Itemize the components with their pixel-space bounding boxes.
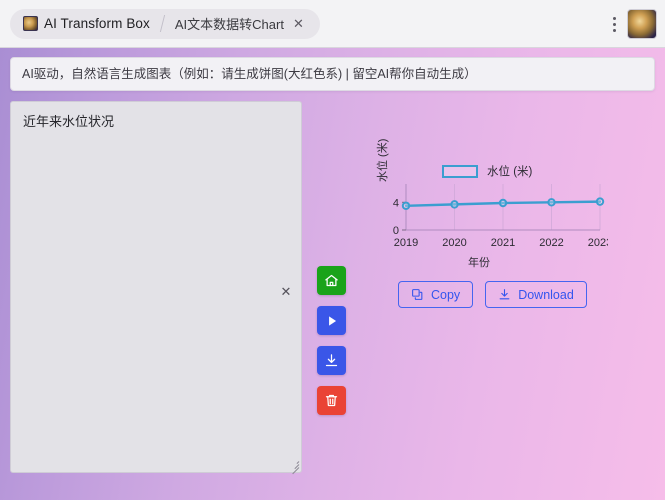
app-page: ✕ 水位 [0, 48, 665, 500]
tab-divider [159, 15, 166, 32]
download-chart-button[interactable]: Download [485, 281, 587, 308]
copy-icon [412, 289, 423, 300]
delete-button[interactable] [317, 386, 346, 415]
chart-axes [402, 184, 600, 231]
action-button-column [317, 266, 346, 415]
clear-text-icon[interactable]: ✕ [278, 283, 294, 299]
download-button[interactable] [317, 346, 346, 375]
download-icon [325, 354, 338, 367]
home-button[interactable] [317, 266, 346, 295]
copy-button[interactable]: Copy [398, 281, 474, 308]
tab-title-secondary: AI文本数据转Chart [174, 17, 284, 32]
svg-text:2021: 2021 [491, 237, 515, 249]
play-icon [328, 315, 336, 326]
treasure-box-favicon [23, 16, 38, 31]
x-axis-label: 年份 [468, 257, 490, 269]
svg-text:2019: 2019 [394, 237, 418, 249]
tab-title-primary: AI Transform Box [44, 16, 150, 31]
prompt-input[interactable] [10, 57, 655, 91]
line-chart-plot: 0 4 2019 2020 2021 2022 2023 [393, 184, 608, 249]
tab-ai-text-to-chart[interactable]: AI文本数据转Chart ✕ [166, 10, 316, 38]
text-editor-panel: ✕ [10, 101, 302, 475]
close-icon[interactable]: ✕ [290, 15, 307, 32]
source-text-input[interactable] [10, 101, 302, 473]
svg-text:0: 0 [393, 225, 399, 237]
kebab-menu-icon[interactable] [605, 9, 623, 39]
chrome-right-controls [605, 0, 657, 48]
home-icon [325, 274, 338, 287]
prompt-bar [10, 57, 655, 91]
browser-chrome: AI Transform Box AI文本数据转Chart ✕ [0, 0, 665, 48]
download-button-label: Download [518, 287, 574, 302]
tab-ai-transform-box[interactable]: AI Transform Box [14, 9, 159, 38]
chart-container: 水位 (米) 0420192020202120222023 水位 (米) 年份 [368, 110, 608, 270]
run-button[interactable] [317, 306, 346, 335]
svg-text:4: 4 [393, 197, 399, 209]
trash-icon [325, 394, 338, 407]
treasure-box-extension-icon[interactable] [627, 9, 657, 39]
download-icon [499, 289, 510, 300]
svg-text:2020: 2020 [442, 237, 466, 249]
svg-text:2022: 2022 [539, 237, 563, 249]
tab-strip: AI Transform Box AI文本数据转Chart ✕ [10, 8, 320, 39]
svg-text:2023: 2023 [588, 237, 608, 249]
copy-button-label: Copy [431, 287, 461, 302]
chart-action-row: Copy Download [398, 281, 587, 308]
y-axis-label: 水位 (米) [377, 138, 389, 182]
